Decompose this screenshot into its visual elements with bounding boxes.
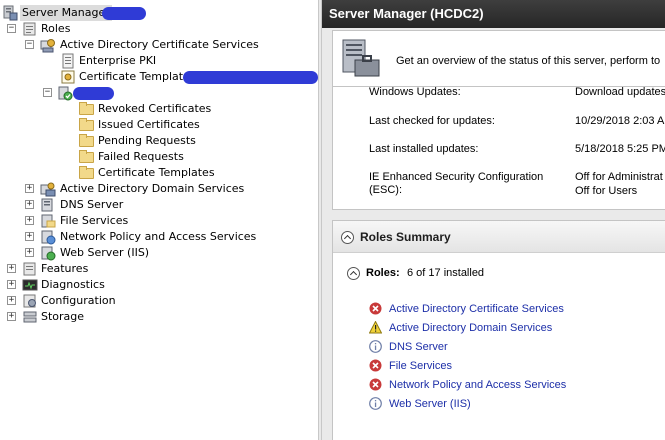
roles-summary-header[interactable]: Roles Summary [333,221,665,253]
file-services-icon [41,214,56,228]
role-link-web-server[interactable]: Web Server (IIS) [389,397,471,411]
tree-label-web-server: Web Server (IIS) [60,246,150,259]
expand-toggle[interactable]: + [7,280,16,289]
error-icon [369,378,382,391]
roles-summary-section: Roles Summary Roles: 6 of 17 installed A… [332,220,665,440]
tree-label-file-services: File Services [60,214,129,227]
folder-icon [79,118,94,131]
tree-label-ad-domain-services: Active Directory Domain Services [60,182,245,195]
warning-icon [369,321,382,334]
role-link-network-policy[interactable]: Network Policy and Access Services [389,378,566,392]
tree-label-network-policy: Network Policy and Access Services [60,230,257,243]
overview-description: Get an overview of the status of this se… [396,55,661,67]
ie-esc-admin-value: Off for Administrat [575,171,663,183]
tree-label-failed-requests: Failed Requests [98,150,184,163]
domain-services-icon [40,182,56,197]
folder-icon [79,102,94,115]
tree-label-dns-server: DNS Server [60,198,124,211]
expand-toggle[interactable]: + [7,296,16,305]
collapse-toggle[interactable]: − [43,88,52,97]
expand-toggle[interactable]: + [25,216,34,225]
network-policy-icon [41,230,56,245]
ie-esc-users-value: Off for Users [575,185,638,197]
tree-label-enterprise-pki: Enterprise PKI [79,54,157,67]
details-pane: Server Manager (HCDC2) Get an overview o… [322,0,665,440]
tree-label-issued-certificates: Issued Certificates [98,118,200,131]
features-icon [23,262,36,276]
server-summary-panel: Windows Updates: Download updates Last c… [332,86,665,210]
folder-icon [79,134,94,147]
expand-toggle[interactable]: + [25,248,34,257]
dns-server-icon [41,198,53,212]
role-link-dns[interactable]: DNS Server [389,340,448,354]
error-icon [369,302,382,315]
folder-icon [79,166,94,179]
diagnostics-icon [22,279,38,291]
last-checked-label: Last checked for updates: [369,115,495,127]
updates-label: Windows Updates: [369,86,461,98]
configuration-icon [23,294,36,308]
overview-banner: Get an overview of the status of this se… [332,30,665,86]
last-installed-value: 5/18/2018 5:25 PM [575,143,665,155]
roles-icon [23,22,36,36]
enterprise-pki-icon [62,53,74,69]
redacted-ca-name [73,87,114,100]
roles-label: Roles: [366,267,400,279]
collapse-toggle[interactable]: − [7,24,16,33]
navigation-tree[interactable]: Server Manager − Roles − Active Director… [0,0,318,440]
redacted-server-name [102,7,146,20]
collapse-roles-icon[interactable] [347,267,360,280]
tree-label-roles: Roles [41,22,71,35]
roles-count: 6 of 17 installed [407,267,485,279]
tree-label-configuration: Configuration [41,294,116,307]
server-toolbox-icon [342,39,380,77]
last-installed-label: Last installed updates: [369,143,479,155]
tree-label-certificate-templates: Certificate Templates [79,70,196,83]
certification-authority-icon [58,86,73,101]
expand-toggle[interactable]: + [7,312,16,321]
info-icon [369,397,382,410]
tree-label-storage: Storage [41,310,85,323]
collapse-section-icon[interactable] [341,231,354,244]
details-header-title: Server Manager (HCDC2) [322,0,665,28]
info-icon [369,340,382,353]
expand-toggle[interactable]: + [25,184,34,193]
last-checked-value: 10/29/2018 2:03 A [575,115,665,127]
ie-esc-label: IE Enhanced Security Configuration [369,171,544,183]
expand-toggle[interactable]: + [25,200,34,209]
storage-icon [23,311,37,323]
tree-label-diagnostics: Diagnostics [41,278,105,291]
expand-toggle[interactable]: + [7,264,16,273]
tree-label-adcs: Active Directory Certificate Services [60,38,259,51]
redacted-text [183,71,318,84]
tree-label-features: Features [41,262,89,275]
tree-label-ca-certificate-templates: Certificate Templates [98,166,215,179]
collapse-toggle[interactable]: − [25,40,34,49]
certificate-template-icon [61,70,75,84]
tree-label-pending-requests: Pending Requests [98,134,196,147]
roles-summary-title: Roles Summary [360,230,451,244]
error-icon [369,359,382,372]
role-link-adcs[interactable]: Active Directory Certificate Services [389,302,564,316]
ie-esc-label-line2: (ESC): [369,184,402,196]
folder-icon [79,150,94,163]
web-server-icon [41,246,56,261]
updates-value-link[interactable]: Download updates [575,87,665,99]
certificate-services-icon [40,39,55,53]
expand-toggle[interactable]: + [25,232,34,241]
server-manager-icon [3,5,18,21]
tree-label-server-manager: Server Manager [20,5,112,21]
tree-label-revoked-certificates: Revoked Certificates [98,102,212,115]
role-link-file-services[interactable]: File Services [389,359,452,373]
role-link-adds[interactable]: Active Directory Domain Services [389,321,552,335]
